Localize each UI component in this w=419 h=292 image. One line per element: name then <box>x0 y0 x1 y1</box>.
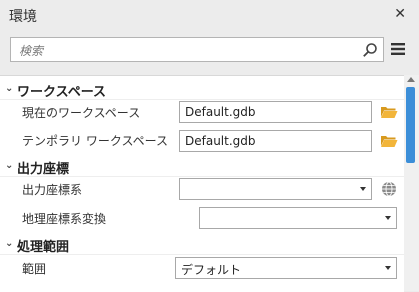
group-header-output-coordinates[interactable]: ⌄ 出力座標 <box>0 155 404 177</box>
property-label-temp-workspace: テンポラリ ワークスペース <box>22 134 169 148</box>
folder-open-icon[interactable] <box>380 105 398 119</box>
group-header-workspace[interactable]: ⌄ ワークスペース <box>0 78 404 100</box>
geographic-transformation-dropdown[interactable] <box>199 207 397 229</box>
chevron-down-icon[interactable] <box>385 266 391 270</box>
property-label-current-workspace: 現在のワークスペース <box>22 106 141 120</box>
extent-dropdown[interactable]: デフォルト <box>175 257 397 279</box>
group-label: 出力座標 <box>17 162 70 177</box>
title-bar: 環境 ✕ <box>0 0 419 29</box>
field-value: デフォルト <box>181 263 242 277</box>
search-input[interactable] <box>17 40 361 61</box>
group-label: 処理範囲 <box>17 240 70 255</box>
divider <box>0 99 404 100</box>
search-box <box>10 37 384 62</box>
property-label-geographic-transformation: 地理座標系変換 <box>22 212 107 226</box>
folder-open-icon[interactable] <box>380 134 398 148</box>
group-label: ワークスペース <box>17 85 107 100</box>
window-title: 環境 <box>9 9 37 25</box>
hamburger-menu-icon[interactable] <box>391 42 405 56</box>
property-label-extent: 範囲 <box>22 262 47 276</box>
chevron-down-icon[interactable] <box>385 216 391 220</box>
temp-workspace-input[interactable]: Default.gdb <box>179 130 372 152</box>
divider <box>0 254 404 255</box>
divider <box>0 176 404 177</box>
chevron-down-icon[interactable] <box>360 187 366 191</box>
close-icon[interactable]: ✕ <box>394 6 406 22</box>
field-value: Default.gdb <box>185 105 256 119</box>
chevron-down-icon[interactable]: ⌄ <box>5 160 13 171</box>
environment-list: ⌄ ワークスペース 現在のワークスペース Default.gdb テンポラリ ワ… <box>0 75 404 292</box>
chevron-down-icon[interactable]: ⌄ <box>5 83 13 94</box>
current-workspace-input[interactable]: Default.gdb <box>179 101 372 123</box>
group-header-processing-extent[interactable]: ⌄ 処理範囲 <box>0 233 404 255</box>
search-icon[interactable] <box>362 42 378 58</box>
scrollbar-thumb[interactable] <box>406 87 415 163</box>
field-value: Default.gdb <box>185 134 256 148</box>
scroll-up-icon[interactable] <box>407 77 415 82</box>
vertical-scrollbar[interactable] <box>404 75 419 291</box>
globe-icon[interactable] <box>381 181 397 197</box>
property-label-output-coordinate-system: 出力座標系 <box>22 183 83 197</box>
output-coordinate-system-dropdown[interactable] <box>179 178 372 200</box>
chevron-down-icon[interactable]: ⌄ <box>5 238 13 249</box>
